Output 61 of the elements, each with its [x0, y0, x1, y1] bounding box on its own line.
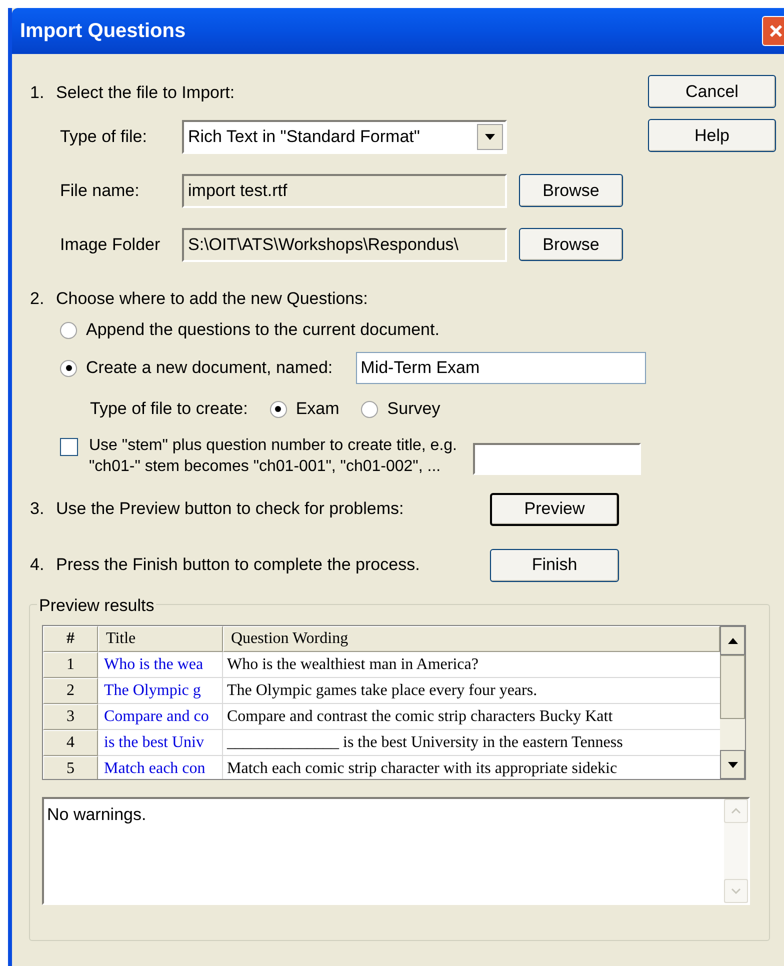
step-heading: Press the Finish button to complete the process. [56, 554, 420, 576]
scroll-up-icon [724, 799, 748, 823]
dialog-button[interactable]: Cancel [648, 75, 776, 108]
step-heading: Choose where to add the new Questions: [56, 288, 368, 310]
radio-button[interactable] [60, 322, 77, 338]
scroll-up-icon[interactable] [720, 626, 745, 655]
stem-checkbox[interactable] [60, 438, 78, 456]
step-number: 2. [30, 288, 46, 310]
row-number: 2 [43, 678, 98, 704]
step-number: 3. [30, 498, 46, 520]
file-type-dropdown[interactable]: Rich Text in "Standard Format" [182, 120, 507, 154]
browse-button[interactable]: Browse [519, 228, 623, 261]
table-cell: ______________ is the best University in the eastern Tenness [223, 730, 720, 756]
finish-button[interactable]: Finish [490, 548, 619, 582]
radio-button[interactable] [60, 360, 77, 376]
close-icon[interactable] [768, 23, 784, 39]
stem-option-text: "ch01-" stem becomes "ch01-001", "ch01-002", ... [89, 457, 442, 477]
step-number: 1. [30, 82, 46, 104]
table-cell: The Olympic games take place every four years. [223, 678, 720, 704]
radio-label: Survey [387, 398, 440, 420]
scroll-thumb[interactable] [720, 655, 745, 719]
radio-button[interactable] [270, 400, 287, 418]
row-number: 5 [43, 756, 98, 779]
field-label: Image Folder [60, 234, 162, 256]
table-scrollbar[interactable] [720, 626, 745, 779]
close-button[interactable] [762, 16, 784, 46]
table-cell: Who is the wealthiest man in America? [223, 652, 720, 678]
path-field[interactable]: import test.rtf [182, 174, 507, 208]
field-label: Type of file: [60, 126, 148, 148]
table-cell: Match each con [98, 756, 223, 779]
preview-button[interactable]: Preview [490, 492, 619, 526]
table-cell: is the best Univ [98, 730, 223, 756]
scroll-down-icon [724, 879, 748, 903]
path-field[interactable]: S:\OIT\ATS\Workshops\Respondus\ [182, 228, 507, 262]
radio-label: Append the questions to the current document. [86, 319, 440, 342]
radio-label: Create a new document, named: [86, 357, 333, 380]
stem-option-text: Use "stem" plus question number to create title, e.g. [89, 436, 457, 456]
row-number: 3 [43, 704, 98, 730]
field-label: File name: [60, 180, 140, 202]
browse-button[interactable]: Browse [519, 174, 623, 207]
table-cell: Who is the wea [98, 652, 223, 678]
stem-field[interactable] [472, 443, 641, 475]
radio-label: Exam [296, 398, 340, 420]
table-cell: Compare and contrast the comic strip characters Bucky Katt [223, 704, 720, 730]
document-name-field[interactable]: Mid-Term Exam [356, 352, 646, 384]
scroll-down-icon[interactable] [720, 750, 745, 779]
column-header[interactable]: Title [98, 626, 223, 652]
step-heading: Use the Preview button to check for problems: [56, 498, 404, 520]
table-cell: Compare and co [98, 704, 223, 730]
step-number: 4. [30, 554, 46, 576]
table-cell: The Olympic g [98, 678, 223, 704]
warnings-text: No warnings. [46, 804, 148, 826]
row-number: 1 [43, 652, 98, 678]
step-heading: Select the file to Import: [56, 82, 235, 104]
row-number: 4 [43, 730, 98, 756]
column-header[interactable]: # [43, 626, 98, 652]
file-type-label: Type of file to create: [90, 398, 248, 420]
radio-button[interactable] [361, 400, 378, 418]
window-title: Import Questions [20, 19, 186, 44]
column-header[interactable]: Question Wording [223, 626, 720, 652]
dialog-button[interactable]: Help [648, 119, 776, 152]
